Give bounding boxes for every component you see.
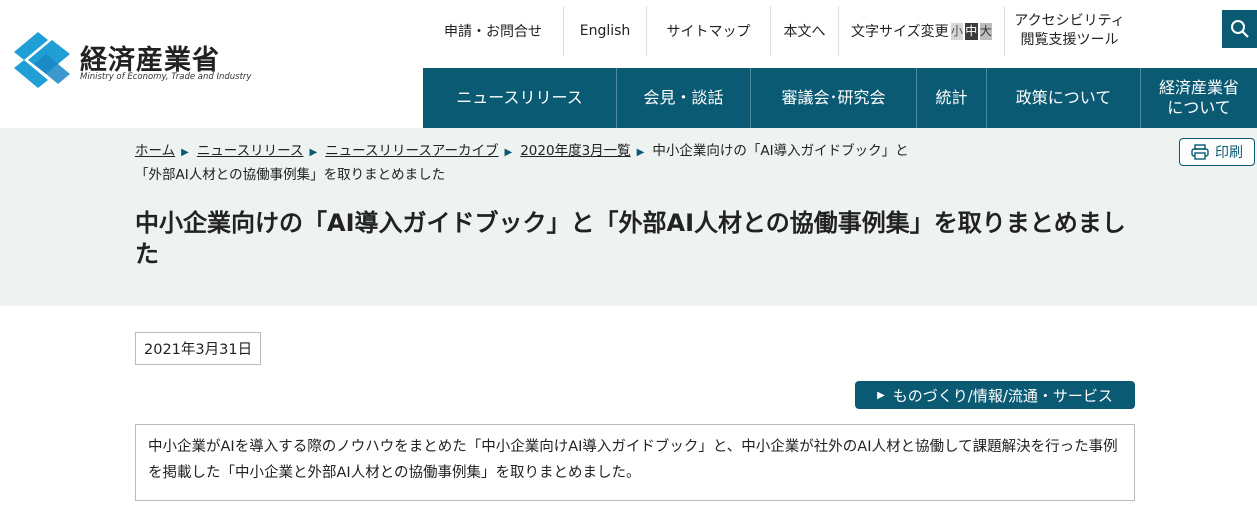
breadcrumb-arrow-icon: ▶ <box>309 147 318 158</box>
triangle-right-icon: ▶ <box>877 389 885 401</box>
print-label: 印刷 <box>1215 145 1243 161</box>
release-date: 2021年3月31日 <box>135 332 262 365</box>
gnav-about-meti[interactable]: 経済産業省 について <box>1141 68 1257 128</box>
english-link[interactable]: English <box>564 6 647 56</box>
skip-to-main-link[interactable]: 本文へ <box>771 6 839 56</box>
gnav-policy[interactable]: 政策について <box>987 68 1141 128</box>
font-size-large-button[interactable]: 大 <box>979 22 992 40</box>
breadcrumb-arrow-icon: ▶ <box>181 147 189 158</box>
breadcrumb-arrow-icon: ▶ <box>636 147 645 158</box>
meti-logo[interactable]: 経済産業省 Ministry of Economy, Trade and Ind… <box>14 30 254 96</box>
font-size-medium-button[interactable]: 中 <box>965 22 978 40</box>
printer-icon <box>1191 144 1209 160</box>
gnav-about-line2: について <box>1167 98 1231 117</box>
search-button[interactable] <box>1222 10 1257 48</box>
gnav-about-line1: 経済産業省 <box>1158 78 1239 97</box>
accessibility-tool-link[interactable]: アクセシビリティ 閲覧支援ツール <box>1005 6 1134 56</box>
breadcrumb-month-link[interactable]: 2020年度3月一覧 <box>520 143 630 159</box>
print-button[interactable]: 印刷 <box>1179 138 1255 166</box>
breadcrumb-home-link[interactable]: ホーム <box>135 143 175 159</box>
font-size-small-button[interactable]: 小 <box>950 22 964 40</box>
meti-logo-icon <box>14 32 70 88</box>
utility-nav: 申請・お問合せ English サイトマップ 本文へ 文字サイズ変更 小 中 大… <box>423 6 1134 56</box>
page-title: 中小企業向けの「AI導入ガイドブック」と「外部AI人材との協働事例集」を取りまと… <box>135 209 1126 268</box>
accessibility-label-line1: アクセシビリティ <box>1014 13 1125 29</box>
gnav-press-conference[interactable]: 会見・談話 <box>617 68 751 128</box>
global-nav: ニュースリリース 会見・談話 審議会･研究会 統計 政策について 経済産業省 に… <box>423 68 1257 128</box>
accessibility-label-line2: 閲覧支援ツール <box>1020 32 1119 48</box>
summary-box: 中小企業がAIを導入する際のノウハウをまとめた「中小企業向けAI導入ガイドブック… <box>135 424 1135 501</box>
breadcrumb: ホーム ▶ ニュースリリース ▶ ニュースリリースアーカイブ ▶ 2020年度3月一覧 ▶ 中小… <box>135 140 925 187</box>
sitemap-link[interactable]: サイトマップ <box>647 6 771 56</box>
breadcrumb-arrow-icon: ▶ <box>504 147 513 158</box>
breadcrumb-archive-link[interactable]: ニュースリリースアーカイブ <box>325 143 498 159</box>
breadcrumb-news-link[interactable]: ニュースリリース <box>197 143 304 159</box>
logo-english-text: Ministry of Economy, Trade and Industry <box>80 72 252 82</box>
gnav-statistics[interactable]: 統計 <box>917 68 987 128</box>
font-size-control: 文字サイズ変更 小 中 大 <box>839 6 1005 56</box>
title-band: ホーム ▶ ニュースリリース ▶ ニュースリリースアーカイブ ▶ 2020年度3月一覧 ▶ 中小… <box>0 128 1257 306</box>
font-size-label: 文字サイズ変更 <box>851 24 949 40</box>
apply-contact-link[interactable]: 申請・お問合せ <box>423 6 564 56</box>
category-tag-link[interactable]: ▶ ものづくり/情報/流通・サービス <box>855 381 1135 409</box>
search-icon <box>1230 20 1249 38</box>
gnav-news-release[interactable]: ニュースリリース <box>423 68 617 128</box>
category-tag-label: ものづくり/情報/流通・サービス <box>892 386 1113 405</box>
gnav-council[interactable]: 審議会･研究会 <box>751 68 917 128</box>
site-header: 経済産業省 Ministry of Economy, Trade and Ind… <box>0 0 1257 128</box>
